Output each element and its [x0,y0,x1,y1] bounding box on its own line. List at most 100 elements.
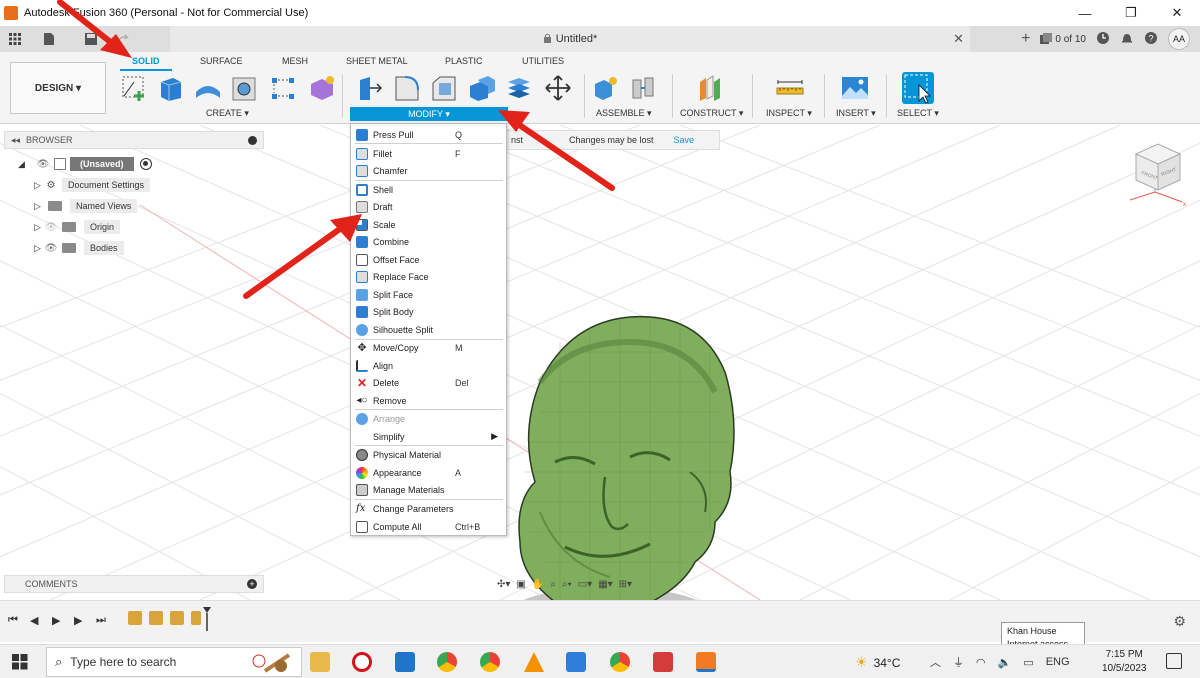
joint-icon[interactable] [630,74,658,102]
menu-item-replace-face[interactable]: Replace Face [351,268,506,285]
select-icon[interactable] [902,72,934,104]
maximize-button[interactable]: ❐ [1108,0,1154,26]
browser-options-icon[interactable] [248,136,257,145]
design-canvas[interactable]: FRONT RIGHT x [0,125,1200,600]
menu-item-draft[interactable]: Draft [351,198,506,215]
data-panel-grid-icon[interactable] [4,29,26,49]
menu-item-physical-material[interactable]: Physical Material [351,446,506,463]
viewports-icon[interactable]: ⊞▾ [619,579,632,590]
timeline-feature-icon[interactable] [128,611,142,625]
press-pull-icon[interactable] [356,74,384,102]
volume-icon[interactable]: 🔈 [998,656,1012,669]
create-form-icon[interactable] [308,74,336,102]
browser-item-named-views[interactable]: ▷ Named Views [34,199,138,213]
menu-item-offset-face[interactable]: Offset Face [351,251,506,268]
menu-item-arrange[interactable]: Arrange [351,410,506,427]
save-icon[interactable] [80,29,102,49]
battery-icon[interactable]: ▭ [1023,656,1033,669]
close-tab-icon[interactable]: ✕ [953,31,964,47]
close-window-button[interactable]: ✕ [1154,0,1200,26]
collapse-browser-icon[interactable]: ◂◂ [11,135,20,146]
add-comment-icon[interactable]: + [247,579,257,589]
taskbar-search-box[interactable]: ⌕ Type here to search [46,647,302,677]
pan-hand-icon[interactable]: ✋ [532,579,544,590]
show-hidden-icons-chevron-icon[interactable]: ︿ [930,654,941,670]
revolve-icon[interactable] [194,74,222,102]
visibility-eye-icon[interactable]: 👁 [44,243,58,254]
menu-item-move-copy[interactable]: ✥ Move/Copy M [351,339,506,356]
tab-sheet-metal[interactable]: SHEET METAL [346,56,408,66]
user-avatar[interactable]: AA [1168,28,1190,50]
language-indicator[interactable]: ENG [1046,656,1070,668]
clock-icon[interactable] [1096,31,1110,48]
insert-group-label[interactable]: INSERT ▾ [836,108,876,119]
tab-utilities[interactable]: UTILITIES [522,56,564,66]
timeline-feature-icon[interactable] [170,611,184,625]
fusion360-taskbar-icon[interactable] [696,652,716,672]
vscode-icon[interactable] [566,652,586,672]
look-at-icon[interactable]: ▣ [516,579,525,590]
step-forward-icon[interactable]: ▶ [74,614,82,627]
offset-face-icon[interactable] [505,74,533,102]
offset-plane-icon[interactable] [696,74,724,102]
go-to-end-icon[interactable]: ⏭ [96,614,106,627]
taskbar-clock[interactable]: 7:15 PM 10/5/2023 [1102,648,1147,676]
comments-panel[interactable]: COMMENTS + [4,575,264,593]
windows-start-icon[interactable] [12,654,28,670]
menu-item-silhouette-split[interactable]: Silhouette Split [351,321,506,338]
activate-radio-icon[interactable] [139,158,152,170]
menu-item-remove[interactable]: ◂○ Remove [351,392,506,409]
display-settings-icon[interactable]: ▭▾ [578,579,592,590]
menu-item-align[interactable]: Align [351,357,506,374]
assemble-group-label[interactable]: ASSEMBLE ▾ [596,108,652,119]
chrome-icon[interactable] [437,652,457,672]
chrome-secondary-icon[interactable] [610,652,630,672]
expand-triangle-icon[interactable]: ▷ [34,222,44,233]
tab-surface[interactable]: SURFACE [200,56,243,66]
baseball-search-highlight-icon[interactable] [251,651,291,678]
menu-item-split-body[interactable]: Split Body [351,303,506,320]
menu-item-press-pull[interactable]: Press Pull Q [351,126,506,143]
browser-root-node[interactable]: ◢ 👁 (Unsaved) [18,157,152,171]
anydesk-icon[interactable] [653,652,673,672]
menu-item-split-face[interactable]: Split Face [351,286,506,303]
file-menu-icon[interactable] [38,29,60,49]
modify-group-button[interactable]: MODIFY ▾ [350,107,508,121]
expand-triangle-icon[interactable]: ▷ [34,243,44,254]
menu-item-delete[interactable]: ✕ Delete Del [351,374,506,391]
hidden-eye-icon[interactable]: 👁 [44,222,58,233]
timeline-feature-icon[interactable] [149,611,163,625]
menu-item-combine[interactable]: Combine [351,233,506,250]
help-icon[interactable]: ? [1144,31,1158,48]
go-to-start-icon[interactable]: ⏮ [8,614,18,627]
timeline-settings-gear-icon[interactable]: ⚙ [1173,613,1186,630]
insert-image-icon[interactable] [841,74,869,102]
workspace-switcher[interactable]: DESIGN ▾ [10,62,106,114]
head-mesh-body[interactable] [500,312,760,600]
collapse-triangle-icon[interactable]: ◢ [18,159,28,170]
menu-item-manage-materials[interactable]: Manage Materials [351,481,506,498]
inspect-group-label[interactable]: INSPECT ▾ [766,108,812,119]
wifi-icon[interactable]: ◠ [976,656,986,669]
menu-item-scale[interactable]: Scale [351,216,506,233]
grid-settings-icon[interactable]: ▦▾ [598,579,612,590]
usb-icon[interactable]: ⏚ [953,654,964,670]
new-component-icon[interactable] [592,74,620,102]
browser-item-origin[interactable]: ▷ 👁 Origin [34,220,121,234]
fillet-icon[interactable] [393,74,421,102]
zoom-icon[interactable]: ⌕ [550,579,556,590]
job-status[interactable]: 0 of 10 [1040,33,1086,45]
create-group-label[interactable]: CREATE ▾ [206,108,249,119]
weather-widget[interactable]: ☀ 34°C [855,654,900,671]
tab-plastic[interactable]: PLASTIC [445,56,483,66]
pattern-icon[interactable] [270,74,298,102]
browser-header[interactable]: ◂◂ BROWSER [4,131,264,149]
zoom-window-icon[interactable]: ⌕▾ [562,579,572,590]
file-explorer-icon[interactable] [310,652,330,672]
browser-item-bodies[interactable]: ▷ 👁 Bodies [34,241,124,255]
expand-triangle-icon[interactable]: ▷ [34,180,44,191]
view-cube[interactable]: FRONT RIGHT x [1122,136,1188,206]
step-back-icon[interactable]: ◀ [30,614,38,627]
move-copy-icon[interactable] [544,74,572,102]
play-icon[interactable]: ▶ [52,614,60,627]
